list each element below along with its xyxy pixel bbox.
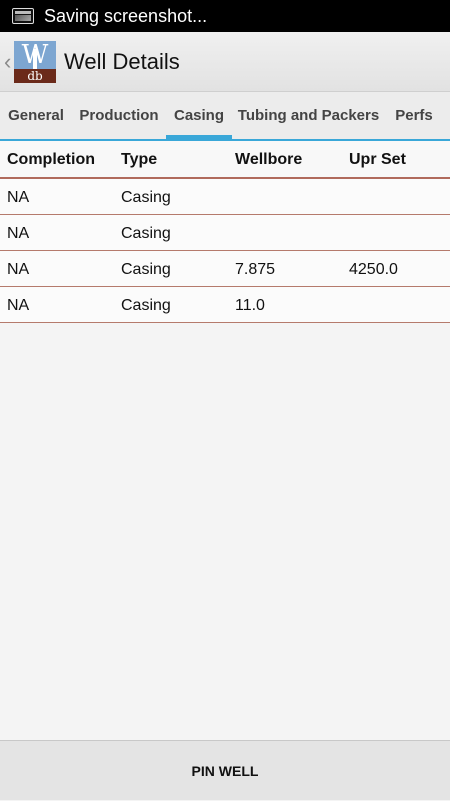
cell-type: Casing	[121, 261, 171, 278]
cell-completion: NA	[7, 297, 30, 314]
cell-completion: NA	[7, 261, 30, 278]
tab-perfs[interactable]: Perfs	[385, 92, 443, 139]
header-wellbore: Wellbore	[235, 151, 303, 168]
tab-casing[interactable]: Casing	[166, 92, 232, 139]
table-row[interactable]: NA Casing	[0, 215, 450, 251]
tab-general[interactable]: General	[0, 92, 72, 139]
cell-upr-set: 4250.0	[349, 261, 398, 278]
page-title: Well Details	[64, 48, 180, 74]
pin-well-button[interactable]: PIN WELL	[0, 741, 450, 801]
table-row[interactable]: NA Casing 11.0	[0, 287, 450, 323]
cell-type: Casing	[121, 225, 171, 242]
cell-type: Casing	[121, 297, 171, 314]
tab-bar: General Production Casing Tubing and Pac…	[0, 92, 450, 141]
cell-wellbore: 7.875	[235, 261, 276, 278]
logo-bottom: db	[14, 68, 56, 83]
app-logo[interactable]: W db	[14, 40, 56, 83]
table-header: Completion Type Wellbore Upr Set	[0, 141, 450, 179]
bottom-bar: PIN WELL	[0, 740, 450, 800]
cell-wellbore: 11.0	[235, 297, 265, 314]
cell-completion: NA	[7, 189, 30, 206]
cell-completion: NA	[7, 225, 30, 242]
action-bar: ‹ W db Well Details	[0, 32, 450, 92]
up-caret-icon[interactable]: ‹	[4, 50, 12, 73]
table-row[interactable]: NA Casing	[0, 179, 450, 215]
header-type: Type	[121, 151, 158, 168]
table-row[interactable]: NA Casing 7.875 4250.0	[0, 251, 450, 287]
screenshot-icon	[12, 8, 34, 24]
tab-tubing-and-packers[interactable]: Tubing and Packers	[232, 92, 385, 139]
status-bar: Saving screenshot...	[0, 0, 450, 32]
header-completion: Completion	[7, 151, 95, 168]
casing-table: Completion Type Wellbore Upr Set NA Casi…	[0, 141, 450, 323]
header-upr-set: Upr Set	[349, 151, 406, 168]
tab-production[interactable]: Production	[72, 92, 166, 139]
status-text: Saving screenshot...	[44, 5, 208, 26]
cell-type: Casing	[121, 189, 171, 206]
